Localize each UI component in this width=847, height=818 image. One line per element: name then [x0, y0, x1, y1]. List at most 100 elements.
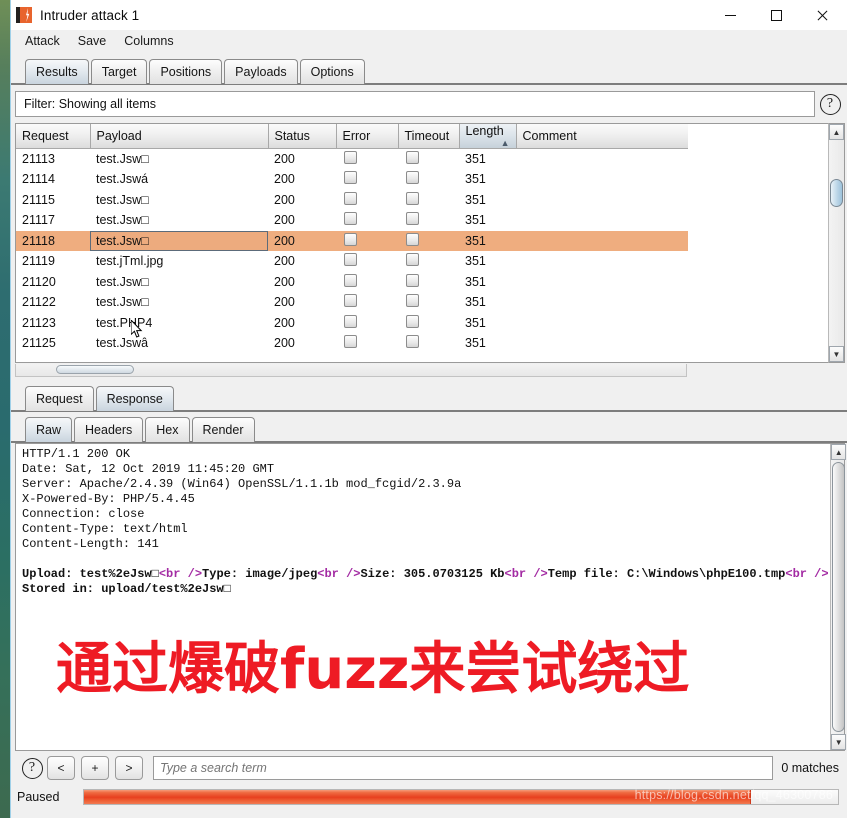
cell-error — [336, 190, 398, 211]
error-checkbox[interactable] — [344, 273, 357, 287]
results-table: Request Payload Status Error Timeout Len… — [16, 124, 688, 354]
column-header-timeout[interactable]: Timeout — [398, 124, 460, 149]
cell-payload: test.Jswá — [96, 172, 149, 187]
scrollbar-thumb[interactable] — [830, 179, 843, 207]
window-title: Intruder attack 1 — [40, 7, 140, 23]
cell-length: 351 — [465, 295, 486, 310]
table-row[interactable]: 21123 test.PHP4 200 351 — [16, 313, 688, 334]
tab-headers[interactable]: Headers — [74, 417, 144, 442]
error-checkbox[interactable] — [344, 151, 357, 164]
timeout-checkbox[interactable] — [406, 253, 419, 267]
search-help-button[interactable]: ? — [17, 757, 47, 779]
menu-item-save[interactable]: Save — [78, 34, 107, 48]
column-header-length[interactable]: Length ▲ — [459, 124, 517, 149]
filter-text: Filter: Showing all items — [24, 97, 156, 111]
cell-comment — [516, 190, 688, 211]
column-header-length-label: Length — [465, 124, 504, 138]
tab-raw[interactable]: Raw — [25, 417, 73, 442]
cell-status: 200 — [274, 192, 295, 207]
search-add-button[interactable]: + — [81, 756, 109, 780]
timeout-checkbox[interactable] — [406, 335, 419, 349]
scrollbar-thumb[interactable] — [832, 462, 846, 732]
timeout-checkbox[interactable] — [406, 191, 419, 205]
timeout-checkbox[interactable] — [406, 273, 419, 287]
table-row[interactable]: 21120 test.Jsw□ 200 351 — [16, 272, 688, 293]
minimize-button[interactable] — [707, 0, 753, 30]
search-next-button[interactable]: > — [115, 756, 143, 780]
table-row[interactable]: 21113 test.Jsw□ 200 351 — [16, 149, 688, 170]
cell-payload: test.Jsw□ — [96, 213, 149, 228]
cell-request: 21123 — [22, 315, 56, 330]
timeout-checkbox[interactable] — [406, 212, 419, 226]
error-checkbox[interactable] — [344, 232, 357, 246]
timeout-checkbox[interactable] — [406, 294, 419, 308]
cell-comment — [516, 230, 688, 251]
tab-hex[interactable]: Hex — [145, 417, 190, 442]
column-header-payload[interactable]: Payload — [90, 124, 269, 149]
table-row[interactable]: 21125 test.Jswâ 200 351 — [16, 333, 688, 354]
error-checkbox[interactable] — [344, 191, 357, 205]
table-row[interactable]: 21122 test.Jsw□ 200 351 — [16, 292, 688, 313]
tab-results[interactable]: Results — [25, 59, 89, 84]
timeout-checkbox[interactable] — [406, 151, 419, 164]
filter-row: Filter: Showing all items ? — [15, 91, 845, 117]
tab-request[interactable]: Request — [25, 386, 94, 411]
timeout-checkbox[interactable] — [406, 232, 419, 246]
scroll-down-icon[interactable]: ▼ — [831, 734, 847, 750]
tab-payloads[interactable]: Payloads — [224, 59, 298, 84]
table-header-row: Request Payload Status Error Timeout Len… — [16, 124, 688, 149]
cell-comment — [516, 210, 688, 231]
error-checkbox[interactable] — [344, 171, 357, 185]
column-header-status[interactable]: Status — [268, 124, 337, 149]
tab-target[interactable]: Target — [90, 59, 148, 84]
cell-length: 351 — [465, 192, 486, 207]
cell-status: 200 — [274, 213, 295, 228]
response-raw-text[interactable]: HTTP/1.1 200 OK Date: Sat, 12 Oct 2019 1… — [16, 444, 830, 750]
table-row[interactable]: 21119 test.jTml.jpg 200 351 — [16, 251, 688, 272]
table-row[interactable]: 21117 test.Jsw□ 200 351 — [16, 210, 688, 231]
filter-help-button[interactable]: ? — [815, 91, 845, 117]
tab-response[interactable]: Response — [95, 386, 174, 411]
tab-positions[interactable]: Positions — [149, 59, 223, 84]
cell-request: 21118 — [16, 230, 90, 251]
cell-request: 21115 — [22, 192, 55, 207]
error-checkbox[interactable] — [344, 314, 357, 328]
results-vertical-scrollbar[interactable]: ▲ ▼ — [828, 123, 845, 363]
search-input[interactable] — [153, 756, 774, 780]
column-header-request[interactable]: Request — [16, 124, 91, 149]
close-button[interactable] — [799, 0, 845, 30]
column-header-error[interactable]: Error — [336, 124, 399, 149]
cell-payload: test.jTml.jpg — [96, 254, 164, 269]
menu-item-columns[interactable]: Columns — [124, 34, 173, 48]
error-checkbox[interactable] — [344, 253, 357, 267]
table-row[interactable]: 21115 test.Jsw□ 200 351 — [16, 190, 688, 211]
cell-timeout — [398, 230, 459, 251]
attack-progress-bar — [83, 789, 839, 805]
tab-options[interactable]: Options — [299, 59, 365, 84]
cell-status: 200 — [274, 152, 295, 166]
cell-payload: test.Jsw□ — [96, 152, 149, 166]
table-row[interactable]: 21118 test.Jsw□ 200 351 — [16, 230, 688, 251]
scrollbar-thumb-horizontal[interactable] — [56, 365, 134, 374]
table-row[interactable]: 21114 test.Jswá 200 351 — [16, 169, 688, 190]
cell-length: 351 — [465, 315, 486, 330]
timeout-checkbox[interactable] — [406, 171, 419, 185]
error-checkbox[interactable] — [344, 294, 357, 308]
tab-render[interactable]: Render — [191, 417, 255, 442]
error-checkbox[interactable] — [344, 335, 357, 349]
scroll-down-icon[interactable]: ▼ — [829, 346, 844, 362]
filter-bar[interactable]: Filter: Showing all items — [15, 91, 815, 117]
scroll-up-icon[interactable]: ▲ — [829, 124, 844, 140]
results-horizontal-scrollbar[interactable] — [15, 364, 687, 377]
menu-item-attack[interactable]: Attack — [25, 34, 60, 48]
column-header-comment[interactable]: Comment — [516, 124, 688, 149]
error-checkbox[interactable] — [344, 212, 357, 226]
cell-error — [336, 292, 398, 313]
scroll-up-icon[interactable]: ▲ — [831, 444, 847, 460]
results-table-viewport: Request Payload Status Error Timeout Len… — [15, 123, 828, 363]
search-prev-button[interactable]: < — [47, 756, 75, 780]
timeout-checkbox[interactable] — [406, 314, 419, 328]
response-vertical-scrollbar[interactable]: ▲ ▼ — [830, 444, 847, 750]
maximize-button[interactable] — [753, 0, 799, 30]
cell-status: 200 — [268, 230, 336, 251]
